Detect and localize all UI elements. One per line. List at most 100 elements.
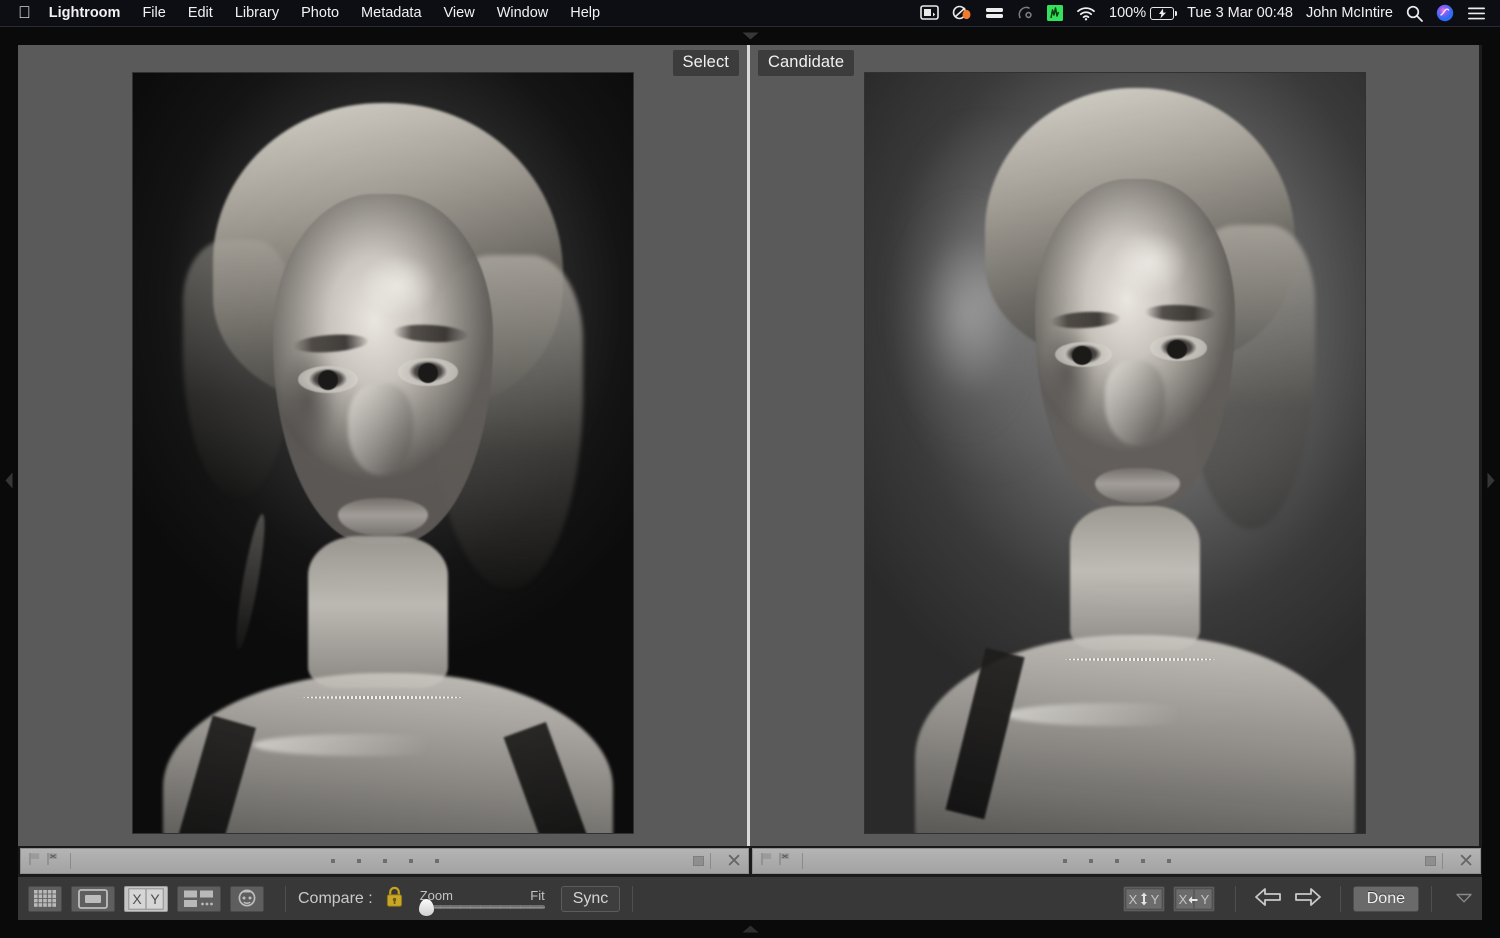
people-view-button[interactable] (230, 885, 264, 912)
menu-item-help[interactable]: Help (570, 5, 600, 21)
star-5[interactable] (434, 859, 439, 863)
shortcuts-icon[interactable] (952, 5, 972, 21)
svg-text:X: X (132, 891, 142, 907)
search-icon[interactable] (1406, 5, 1423, 22)
star-3[interactable] (382, 859, 387, 863)
close-icon[interactable]: ✕ (1458, 852, 1474, 871)
make-select-button[interactable]: X Y (1172, 885, 1215, 912)
menubar-username[interactable]: John McIntire (1306, 5, 1393, 21)
grid-view-button[interactable] (28, 885, 62, 912)
arrow-left-icon: X Y (1175, 887, 1213, 910)
portrait-nose (347, 384, 413, 476)
menu-item-view[interactable]: View (444, 5, 475, 21)
next-photo-button[interactable] (1294, 887, 1321, 910)
survey-view-button[interactable] (177, 885, 221, 912)
candidate-info-bar[interactable]: ✕ (752, 848, 1481, 874)
swap-xy-button[interactable]: X Y (1122, 885, 1165, 912)
menubar-status-area: 100% Tue 3 Mar 00:48 John McIntire (920, 4, 1486, 22)
flag-pick-icon[interactable] (760, 852, 773, 871)
apple-logo-icon[interactable]:  (18, 4, 31, 21)
flag-pick-icon[interactable] (28, 852, 41, 871)
select-info-bar[interactable]: ✕ (20, 848, 749, 874)
candidate-photo-stage[interactable] (750, 45, 1479, 846)
menu-item-edit[interactable]: Edit (188, 5, 213, 21)
zoom-slider-labels: Zoom Fit (420, 888, 545, 903)
star-5[interactable] (1166, 859, 1171, 863)
menu-item-window[interactable]: Window (497, 5, 549, 21)
siri-icon[interactable] (1436, 4, 1454, 22)
grid-icon (34, 890, 56, 907)
flag-reject-icon[interactable] (778, 852, 791, 871)
zoom-slider-thumb[interactable] (418, 899, 434, 916)
bottom-toolbar: X Y Compare: Zoom Fit Sync X Y X Y Done (18, 876, 1482, 920)
menu-app-name[interactable]: Lightroom (49, 5, 121, 21)
arrow-left-icon (1254, 887, 1281, 906)
zoom-slider-group[interactable]: Zoom Fit (418, 888, 545, 916)
backup-icon[interactable] (985, 6, 1004, 21)
right-panel-toggle[interactable] (1482, 45, 1500, 920)
divider (802, 853, 803, 869)
swap-vertical-icon: X Y (1125, 887, 1163, 910)
portrait-pupil-left (1072, 346, 1092, 366)
airdrop-icon[interactable] (1017, 5, 1034, 21)
battery-status[interactable]: 100% (1109, 5, 1178, 21)
compare-view-area: Select Candidate (18, 45, 1482, 846)
candidate-photo[interactable] (864, 72, 1365, 833)
top-panel-toggle[interactable] (0, 27, 1500, 45)
star-2[interactable] (1088, 859, 1093, 863)
menu-item-metadata[interactable]: Metadata (361, 5, 421, 21)
candidate-info-actions: ✕ (1425, 852, 1480, 871)
candidate-flag-group (753, 852, 809, 871)
portrait-nose (1104, 361, 1165, 445)
battery-charging-icon (1150, 6, 1178, 20)
screen-sharing-icon[interactable] (920, 5, 939, 21)
select-photo[interactable] (132, 72, 633, 833)
candidate-star-rating[interactable] (753, 849, 1480, 873)
control-center-icon[interactable] (1467, 6, 1486, 21)
panel-toggle-right-icon (1487, 472, 1495, 494)
crop-overlay-icon[interactable] (693, 856, 705, 866)
zoom-slider-track[interactable] (418, 899, 545, 916)
star-4[interactable] (408, 859, 413, 863)
compare-view-button[interactable]: X Y (124, 885, 168, 912)
star-1[interactable] (330, 859, 335, 863)
lightroom-window: Select Candidate ✕ ✕ X Y Compare: Zoom … (0, 27, 1500, 938)
loupe-icon (78, 888, 108, 909)
activity-monitor-icon[interactable] (1047, 5, 1063, 21)
battery-percent: 100% (1109, 5, 1147, 21)
people-icon (238, 889, 256, 906)
select-flag-group (21, 852, 77, 871)
svg-text:Y: Y (1200, 892, 1209, 907)
select-pane[interactable]: Select (18, 45, 750, 846)
portrait-clavicle (1004, 703, 1225, 727)
candidate-pane[interactable]: Candidate (750, 45, 1479, 846)
wifi-icon[interactable] (1076, 6, 1096, 21)
close-icon[interactable]: ✕ (726, 852, 742, 871)
loupe-view-button[interactable] (71, 885, 115, 912)
left-panel-toggle[interactable] (0, 45, 18, 920)
sync-button[interactable]: Sync (560, 885, 621, 912)
select-photo-stage[interactable] (18, 45, 747, 846)
panel-toggle-down-icon (742, 27, 759, 45)
toolbar-toggle-button[interactable] (1456, 890, 1472, 908)
flag-reject-icon[interactable] (46, 852, 59, 871)
crop-overlay-icon[interactable] (1425, 856, 1437, 866)
arrow-right-icon (1294, 887, 1321, 906)
menu-item-photo[interactable]: Photo (301, 5, 339, 21)
panel-toggle-left-icon (5, 472, 13, 494)
star-3[interactable] (1114, 859, 1119, 863)
star-4[interactable] (1140, 859, 1145, 863)
lock-closed-icon[interactable] (385, 885, 404, 913)
zoom-fit-label: Fit (530, 888, 545, 903)
menu-item-file[interactable]: File (142, 5, 165, 21)
bottom-panel-toggle[interactable] (0, 920, 1500, 938)
previous-photo-button[interactable] (1254, 887, 1281, 910)
star-1[interactable] (1062, 859, 1067, 863)
done-button[interactable]: Done (1352, 885, 1419, 912)
menu-item-library[interactable]: Library (235, 5, 279, 21)
portrait-forehead-highlight (1094, 216, 1205, 309)
select-star-rating[interactable] (21, 849, 748, 873)
portrait-necklace (1064, 657, 1215, 661)
menubar-clock[interactable]: Tue 3 Mar 00:48 (1187, 5, 1293, 21)
star-2[interactable] (356, 859, 361, 863)
